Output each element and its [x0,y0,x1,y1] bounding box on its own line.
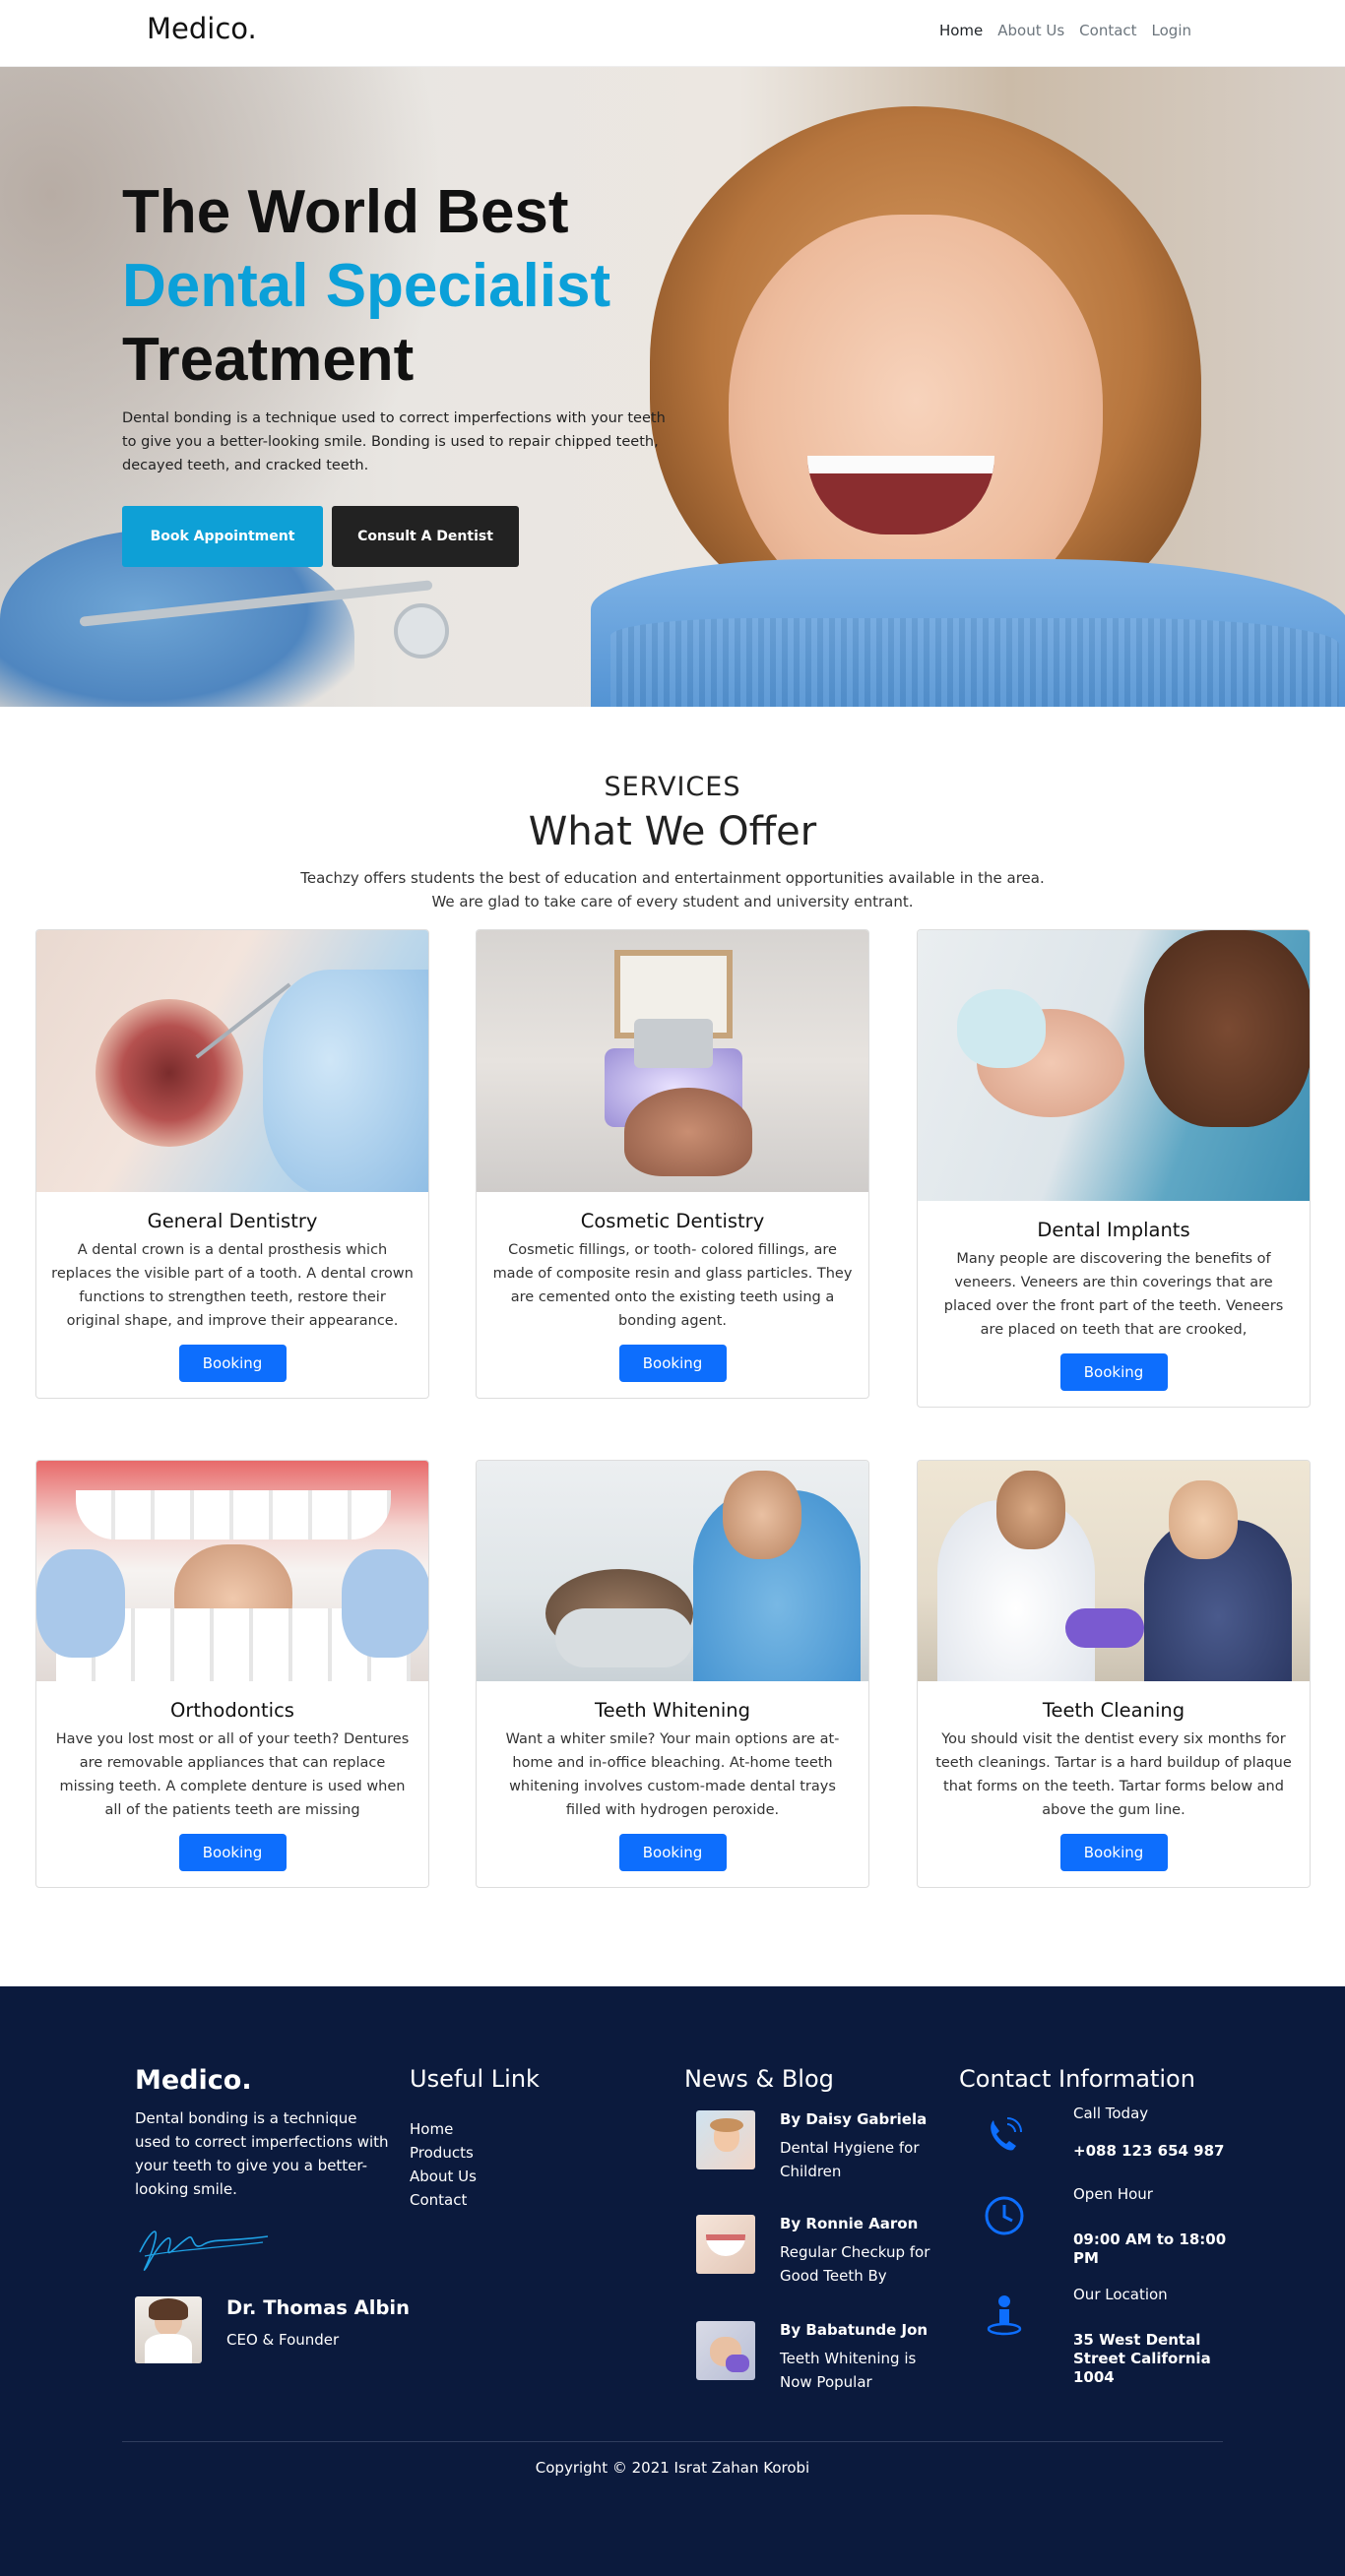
signature-image [139,2230,269,2271]
services-subtitle-line2: We are glad to take care of every studen… [431,893,914,911]
service-image [36,1461,428,1681]
service-image [918,1461,1310,1681]
blog-thumbnail[interactable] [696,2110,755,2169]
nav-link-about[interactable]: About Us [997,22,1064,39]
blog-title[interactable]: Regular Checkup for Good Teeth By [780,2240,937,2288]
contact-label-hours: Open Hour [1073,2185,1153,2203]
service-card-cosmetic-dentistry: Cosmetic Dentistry Cosmetic fillings, or… [476,929,869,1399]
footer-link-products[interactable]: Products [410,2144,474,2162]
booking-button[interactable]: Booking [1059,1834,1168,1871]
doctor-name: Dr. Thomas Albin [226,2296,410,2319]
service-image [477,1461,868,1681]
service-card-dental-implants: Dental Implants Many people are discover… [917,929,1311,1408]
footer: Medico. Dental bonding is a technique us… [0,1986,1345,2576]
doctor-avatar [135,2296,202,2363]
booking-button[interactable]: Booking [178,1345,287,1382]
nav-link-home[interactable]: Home [939,22,983,39]
phone-icon [991,2117,1022,2151]
service-image [918,930,1310,1201]
hero-bib-texture [610,618,1339,707]
services-subtitle: Teachzy offers students the best of educ… [0,866,1345,913]
service-card-general-dentistry: General Dentistry A dental crown is a de… [35,929,429,1399]
footer-divider [122,2441,1223,2442]
hero-title-line2: Dental Specialist [122,252,611,320]
blog-author: By Daisy Gabriela [780,2110,928,2128]
service-text: Many people are discovering the benefits… [943,1251,1284,1338]
footer-link-home[interactable]: Home [410,2120,453,2138]
contact-label-location: Our Location [1073,2286,1168,2303]
consult-dentist-button[interactable]: Consult A Dentist [332,506,519,567]
hero-title: The World Best Dental Specialist Treatme… [122,175,610,397]
services-title: What We Offer [528,809,817,854]
contact-value-hours: 09:00 AM to 18:00 PM [1073,2230,1227,2267]
contact-info-heading: Contact Information [959,2065,1195,2093]
service-title: Cosmetic Dentistry [580,1210,765,1232]
blog-author: By Babatunde Jon [780,2321,929,2339]
footer-logo[interactable]: Medico. [135,2065,252,2096]
nav-link-contact[interactable]: Contact [1079,22,1136,39]
blog-thumbnail[interactable] [696,2215,755,2274]
hero-dental-mirror-head [394,603,449,659]
contact-value-phone[interactable]: +088 123 654 987 [1073,2142,1231,2161]
booking-button[interactable]: Booking [178,1834,287,1871]
booking-button[interactable]: Booking [618,1834,727,1871]
services-subtitle-line1: Teachzy offers students the best of educ… [300,869,1045,887]
booking-button[interactable]: Booking [1059,1353,1168,1391]
service-title: Orthodontics [170,1699,294,1722]
blog-thumbnail[interactable] [696,2321,755,2380]
copyright-text: Copyright © 2021 Israt Zahan Korobi [535,2459,810,2477]
book-appointment-button[interactable]: Book Appointment [122,506,323,567]
nav-link-login[interactable]: Login [1152,22,1191,39]
navbar: Medico. Home About Us Contact Login [0,0,1345,67]
location-icon [987,2295,1022,2336]
blog-title[interactable]: Teeth Whitening is Now Popular [780,2347,937,2394]
service-title: Teeth Whitening [594,1699,750,1722]
hero-banner: The World Best Dental Specialist Treatme… [0,67,1345,707]
contact-label-call: Call Today [1073,2105,1149,2122]
contact-value-address: 35 West Dental Street California 1004 [1073,2331,1211,2386]
blog-title[interactable]: Dental Hygiene for Children [780,2136,937,2183]
service-text: Have you lost most or all of your teeth?… [55,1731,410,1818]
service-card-orthodontics: Orthodontics Have you lost most or all o… [35,1460,429,1888]
booking-button[interactable]: Booking [618,1345,727,1382]
service-text: A dental crown is a dental prosthesis wh… [51,1242,414,1329]
services-kicker: SERVICES [604,772,741,802]
service-title: Teeth Cleaning [1042,1699,1185,1722]
blog-author: By Ronnie Aaron [780,2215,919,2232]
service-card-teeth-cleaning: Teeth Cleaning You should visit the dent… [917,1460,1311,1888]
service-text: You should visit the dentist every six m… [935,1731,1292,1818]
service-text: Cosmetic fillings, or tooth- colored fil… [492,1242,853,1329]
service-title: Dental Implants [1037,1219,1190,1241]
useful-link-heading: Useful Link [410,2065,540,2093]
hero-description: Dental bonding is a technique used to co… [122,410,666,473]
service-image [36,930,428,1192]
nav-links: Home About Us Contact Login [925,22,1191,39]
brand-logo[interactable]: Medico. [147,12,257,45]
hero-title-line3: Treatment [122,326,415,394]
footer-link-contact[interactable]: Contact [410,2191,467,2209]
service-image [477,930,868,1192]
service-title: General Dentistry [147,1210,318,1232]
service-text: Want a whiter smile? Your main options a… [505,1731,840,1818]
doctor-role: CEO & Founder [226,2331,340,2349]
service-card-teeth-whitening: Teeth Whitening Want a whiter smile? You… [476,1460,869,1888]
news-blog-heading: News & Blog [684,2065,834,2093]
footer-link-about[interactable]: About Us [410,2168,477,2185]
footer-description: Dental bonding is a technique used to co… [135,2109,389,2198]
clock-icon [985,2196,1024,2235]
hero-title-line1: The World Best [122,178,569,246]
